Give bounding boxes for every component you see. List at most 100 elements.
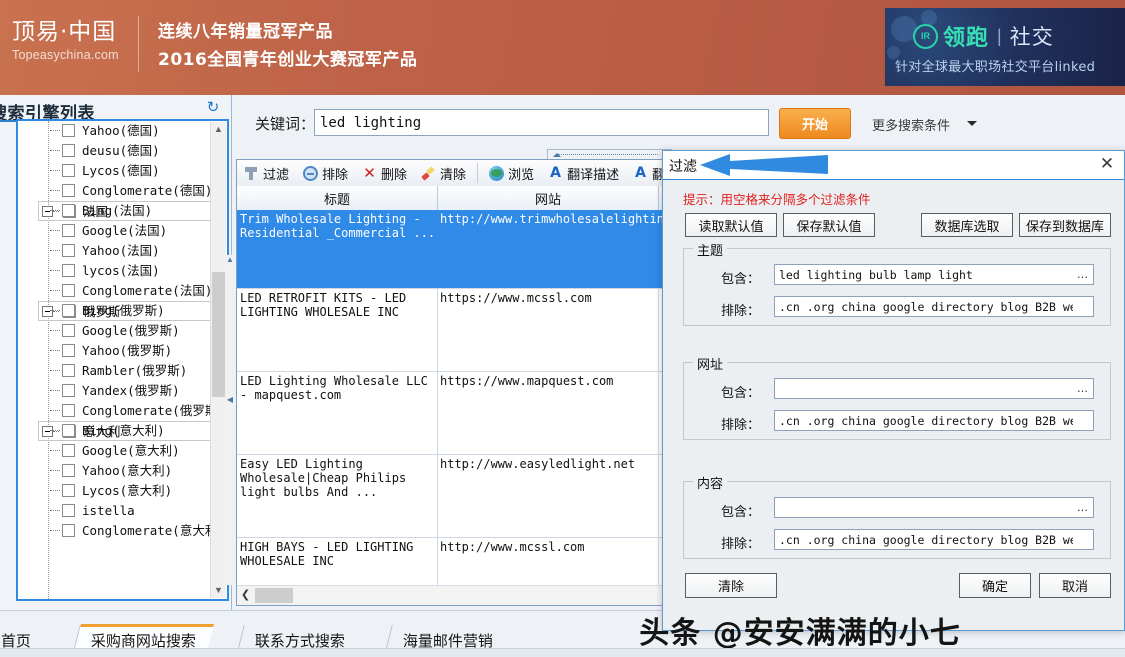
scroll-up-icon[interactable]: ▲ <box>225 255 235 265</box>
translate-a-icon: A <box>548 166 563 181</box>
ok-button[interactable]: 确定 <box>959 573 1031 598</box>
splitter-collapse-icon[interactable] <box>553 153 561 157</box>
tree-checkbox[interactable] <box>62 444 75 457</box>
tree-checkbox[interactable] <box>62 324 75 337</box>
tree-item[interactable]: Google(俄罗斯) <box>18 321 214 341</box>
tree-checkbox[interactable] <box>62 364 75 377</box>
tree-item[interactable]: Bing(法国) <box>18 201 214 221</box>
scroll-up-icon[interactable]: ▲ <box>211 122 226 137</box>
tree-item[interactable]: Google(法国) <box>18 221 214 241</box>
topic-group: 主题 包含： led lighting bulb lamp light … 排除… <box>683 248 1111 326</box>
cancel-button[interactable]: 取消 <box>1039 573 1111 598</box>
tree-item[interactable]: Conglomerate(俄罗斯) <box>18 401 214 421</box>
ellipsis-icon[interactable]: … <box>1077 501 1089 514</box>
tree-checkbox[interactable] <box>62 404 75 417</box>
database-save-button[interactable]: 保存到数据库 <box>1019 213 1111 237</box>
banner-slogan-1: 连续八年销量冠军产品 <box>158 18 417 46</box>
ellipsis-icon[interactable]: … <box>1077 382 1089 395</box>
tree-checkbox[interactable] <box>62 144 75 157</box>
tree-checkbox[interactable] <box>62 424 75 437</box>
tree-checkbox[interactable] <box>62 264 75 277</box>
tree-item[interactable]: Bing(俄罗斯) <box>18 301 214 321</box>
close-icon[interactable]: ✕ <box>1098 155 1116 173</box>
scroll-left-icon[interactable]: ❮ <box>237 586 254 605</box>
search-engine-tree[interactable]: Yahoo(德国)deusu(德国)Lycos(德国)Conglomerate(… <box>16 119 229 601</box>
tree-checkbox[interactable] <box>62 304 75 317</box>
tree-checkbox[interactable] <box>62 464 75 477</box>
tree-item[interactable]: Lycos(德国) <box>18 161 214 181</box>
tree-item[interactable]: Rambler(俄罗斯) <box>18 361 214 381</box>
tree-checkbox[interactable] <box>62 284 75 297</box>
tree-item[interactable]: Lycos(意大利) <box>18 481 214 501</box>
tree-checkbox[interactable] <box>62 124 75 137</box>
tree-item[interactable]: Yandex(俄罗斯) <box>18 381 214 401</box>
content-exclude-input[interactable]: .cn .org china google directory blog B2B… <box>774 529 1094 550</box>
tree-connector <box>50 190 60 191</box>
topic-exclude-input[interactable]: .cn .org china google directory blog B2B… <box>774 296 1094 317</box>
toolbar-button-过滤[interactable]: 过滤 <box>237 161 296 185</box>
cell-site: http://www.mcssl.com <box>440 540 690 554</box>
tree-item[interactable]: Google(意大利) <box>18 441 214 461</box>
tree-checkbox[interactable] <box>62 484 75 497</box>
column-header-site[interactable]: 网站 <box>438 186 659 210</box>
toolbar-button-清除[interactable]: 清除 <box>414 161 473 185</box>
search-input[interactable] <box>314 109 769 136</box>
ad-banner[interactable]: IR 领跑 | 社交 针对全球最大职场社交平台linked <box>883 8 1125 86</box>
tree-item[interactable]: istella <box>18 501 214 521</box>
tree-checkbox[interactable] <box>62 524 75 537</box>
tree-item[interactable]: Yahoo(德国) <box>18 121 214 141</box>
scroll-down-icon[interactable]: ▼ <box>211 583 226 598</box>
toolbar-button-浏览[interactable]: 浏览 <box>482 161 541 185</box>
refresh-icon[interactable]: ↻ <box>205 100 221 116</box>
tree-checkbox[interactable] <box>62 384 75 397</box>
dialog-title: 过滤 <box>669 156 697 176</box>
scrollbar-thumb[interactable] <box>212 272 225 397</box>
scrollbar-thumb[interactable] <box>255 588 293 603</box>
toolbar-button-翻译描述[interactable]: A翻译描述 <box>541 161 626 185</box>
tree-checkbox[interactable] <box>62 184 75 197</box>
tree-checkbox[interactable] <box>62 344 75 357</box>
tree-vertical-scrollbar[interactable]: ▲ ▼ <box>210 122 226 598</box>
filter-dialog: 过滤 ✕ 提示：用空格来分隔多个过滤条件 读取默认值 保存默认值 数据库选取 保… <box>662 150 1125 631</box>
url-include-input[interactable]: … <box>774 378 1094 399</box>
tree-item[interactable]: Yahoo(法国) <box>18 241 214 261</box>
topic-include-input[interactable]: led lighting bulb lamp light … <box>774 264 1094 285</box>
tree-item[interactable]: deusu(德国) <box>18 141 214 161</box>
search-engine-panel-header: 搜索引擎列表 ↻ <box>0 99 231 121</box>
brand-logo-en: Topeasychina.com <box>12 46 130 64</box>
column-header-title[interactable]: 标题 <box>237 186 438 210</box>
tree-item[interactable]: Conglomerate(德国) <box>18 181 214 201</box>
tree-checkbox[interactable] <box>62 504 75 517</box>
more-conditions-link[interactable]: 更多搜索条件 <box>872 115 950 134</box>
tree-item[interactable]: Conglomerate(意大利) <box>18 521 214 541</box>
database-pick-button[interactable]: 数据库选取 <box>921 213 1013 237</box>
tree-item[interactable]: lycos(法国) <box>18 261 214 281</box>
tree-item[interactable]: Conglomerate(法国) <box>18 281 214 301</box>
grid-left-scrollbar[interactable]: ▲ ◀ <box>225 255 235 585</box>
tree-checkbox[interactable] <box>62 204 75 217</box>
ellipsis-icon[interactable]: … <box>1077 268 1089 281</box>
start-button[interactable]: 开始 <box>779 108 851 139</box>
read-default-button[interactable]: 读取默认值 <box>685 213 777 237</box>
content-include-input[interactable]: … <box>774 497 1094 518</box>
clear-button[interactable]: 清除 <box>685 573 777 598</box>
tree-item[interactable]: Yahoo(俄罗斯) <box>18 341 214 361</box>
url-exclude-input[interactable]: .cn .org china google directory blog B2B… <box>774 410 1094 431</box>
toolbar-divider <box>477 163 478 183</box>
cell-site: http://www.trimwholesalelighting.com <box>440 212 690 226</box>
tree-item[interactable]: Bing(意大利) <box>18 421 214 441</box>
tree-item-label: lycos(法国) <box>82 263 160 279</box>
tree-connector <box>50 450 60 451</box>
tree-item[interactable]: Yahoo(意大利) <box>18 461 214 481</box>
tree-checkbox[interactable] <box>62 244 75 257</box>
brand-logo-cn: 顶易·中国 <box>12 18 130 46</box>
tree-checkbox[interactable] <box>62 164 75 177</box>
toolbar-button-排除[interactable]: 排除 <box>296 161 355 185</box>
group-label-url: 网址 <box>693 354 727 373</box>
tree-checkbox[interactable] <box>62 224 75 237</box>
promo-banner: 顶易·中国 Topeasychina.com 连续八年销量冠军产品 2016全国… <box>0 0 1125 95</box>
chevron-down-icon[interactable] <box>967 121 977 126</box>
save-default-button[interactable]: 保存默认值 <box>783 213 875 237</box>
toolbar-button-删除[interactable]: ✕删除 <box>355 161 414 185</box>
scroll-left-icon[interactable]: ◀ <box>225 395 235 405</box>
